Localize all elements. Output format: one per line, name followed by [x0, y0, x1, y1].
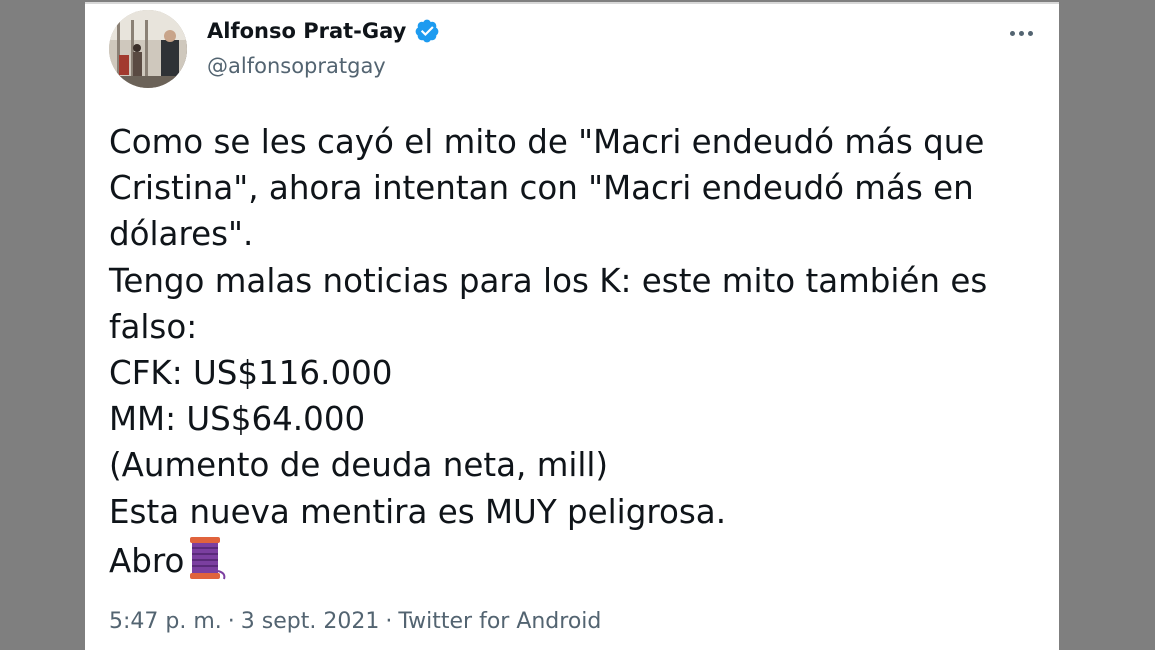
tweet-line: Esta nueva mentira es MUY peligrosa. [109, 492, 727, 531]
tweet-line: Abro [109, 541, 185, 580]
avatar[interactable] [109, 10, 187, 88]
verified-badge-icon [415, 19, 439, 43]
tweet-text: Como se les cayó el mito de "Macri endeu… [109, 119, 1039, 584]
tweet-last-line: Abro [109, 535, 1039, 584]
tweet-line: (Aumento de deuda neta, mill) [109, 446, 609, 485]
tweet-line: Como se les cayó el mito de "Macri endeu… [109, 123, 985, 161]
tweet-line: MM: US$64.000 [109, 400, 366, 439]
meta-separator: · [385, 609, 393, 634]
tweet-source-link[interactable]: Twitter for Android [398, 609, 601, 634]
spool-of-thread-icon [190, 536, 226, 580]
tweet-line: Tengo malas noticias para los K: este mi… [109, 261, 988, 300]
more-dot-icon [1009, 30, 1015, 36]
more-dot-icon [1018, 30, 1024, 36]
tweet-line: dólares". [109, 215, 254, 254]
meta-separator: · [227, 609, 235, 634]
more-options-button[interactable] [1001, 18, 1041, 48]
tweet-line: Cristina", ahora intentan con "Macri end… [109, 169, 974, 208]
tweet-date-link[interactable]: 3 sept. 2021 [241, 609, 380, 634]
more-dot-icon [1027, 30, 1033, 36]
author-handle[interactable]: @alfonsopratgay [207, 54, 386, 78]
tweet-line: CFK: US$116.000 [109, 354, 393, 393]
tweet-time-link[interactable]: 5:47 p. m. [109, 609, 222, 634]
tweet-metadata: 5:47 p. m. · 3 sept. 2021 · Twitter for … [109, 609, 601, 634]
tweet-card: Alfonso Prat-Gay @alfonsopratgay Como se… [85, 2, 1059, 650]
author-display-name[interactable]: Alfonso Prat-Gay [207, 19, 406, 43]
author-name-row[interactable]: Alfonso Prat-Gay [207, 18, 440, 44]
avatar-photo-icon [109, 10, 187, 88]
tweet-line: falso: [109, 307, 198, 346]
